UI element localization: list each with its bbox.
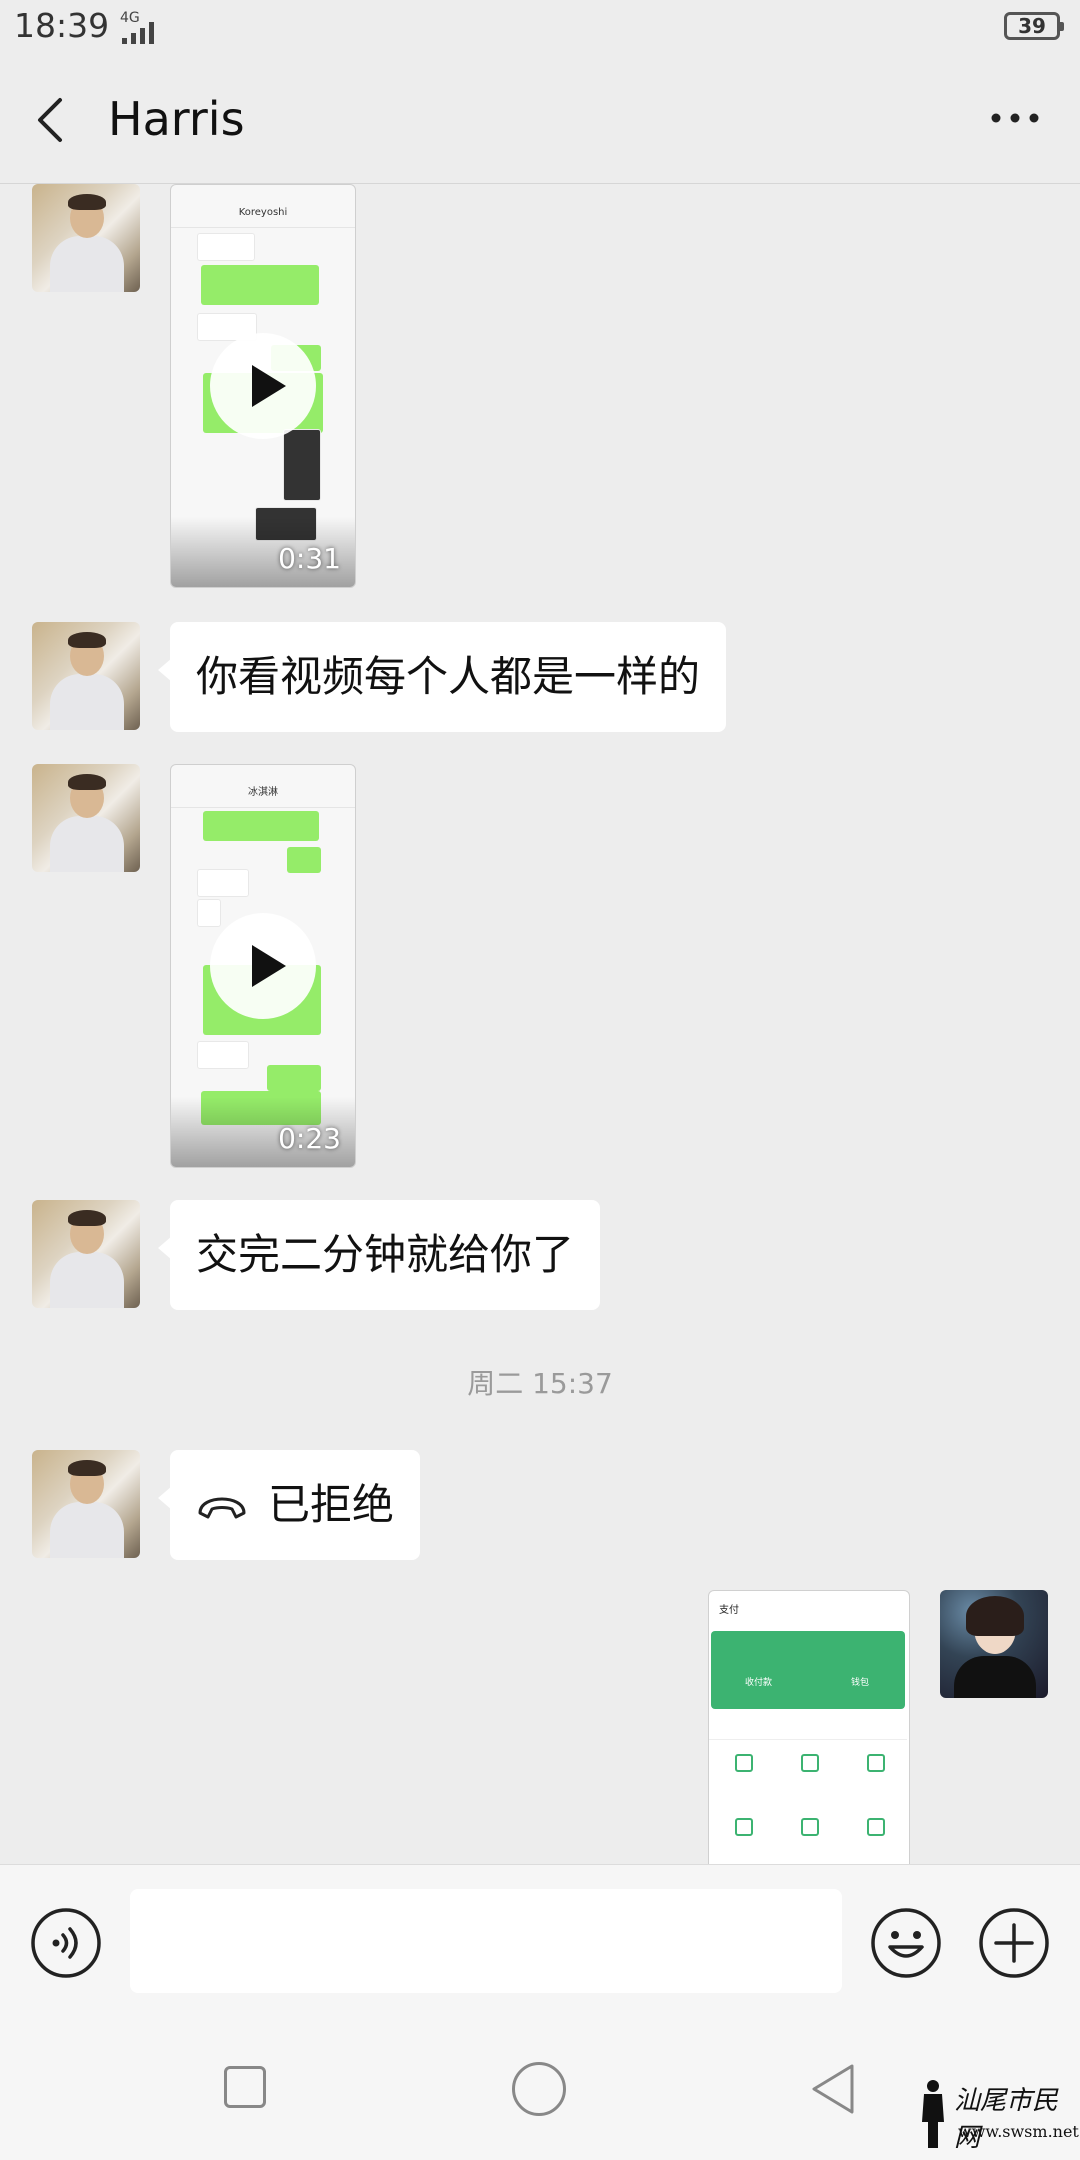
image-preview-title: 支付 [719, 1605, 739, 1616]
my-avatar[interactable] [940, 1590, 1048, 1698]
call-status: 已拒绝 [268, 1480, 395, 1529]
video-duration: 0:31 [278, 542, 341, 575]
text-message[interactable]: 交完二分钟就给你了 [157, 1200, 601, 1310]
circle-icon[interactable] [512, 2062, 566, 2116]
message-list[interactable]: Koreyoshi 0:31 你看视频每个人都是一样的 冰淇淋 0:23 交完二… [0, 184, 1080, 1864]
avatar[interactable] [32, 1450, 140, 1558]
avatar[interactable] [32, 184, 140, 292]
text-message[interactable]: 你看视频每个人都是一样的 [157, 622, 727, 732]
chat-header: Harris [0, 56, 1080, 184]
video-preview-title: 冰淇淋 [171, 779, 355, 808]
chevron-left-icon[interactable] [30, 94, 74, 146]
play-icon[interactable] [210, 913, 316, 1019]
voice-icon[interactable] [30, 1907, 102, 1979]
video-message[interactable]: Koreyoshi 0:31 [170, 184, 356, 588]
more-horizontal-icon[interactable] [990, 110, 1040, 126]
avatar[interactable] [32, 1200, 140, 1308]
message-input[interactable] [130, 1889, 842, 1993]
watermark-url: www.swsm.net [958, 2122, 1079, 2141]
watermark-title: 汕尾市民网 [954, 2086, 1059, 2153]
video-duration: 0:23 [278, 1122, 341, 1155]
play-icon[interactable] [210, 333, 316, 439]
avatar[interactable] [32, 764, 140, 872]
image-message[interactable]: 支付 收付款 钱包 [708, 1590, 910, 1864]
hang-up-phone-icon [198, 1497, 246, 1518]
pay-item: 收付款 [745, 1678, 773, 1688]
time-separator: 周二 15:37 [467, 1367, 613, 1400]
avatar[interactable] [32, 622, 140, 730]
status-time: 18:39 [14, 6, 110, 45]
video-message[interactable]: 冰淇淋 0:23 [170, 764, 356, 1168]
watermark-figure-icon [922, 2080, 944, 2148]
emoji-icon[interactable] [870, 1907, 942, 1979]
call-message[interactable]: 已拒绝 [157, 1450, 421, 1560]
video-preview-title: Koreyoshi [171, 199, 355, 228]
signal-icon [122, 22, 154, 44]
square-icon[interactable] [224, 2066, 266, 2108]
battery-icon: 39 [1004, 12, 1064, 40]
page-title: Harris [108, 92, 245, 146]
watermark: 汕尾市民网 www.swsm.net [918, 2070, 1079, 2156]
input-bar [0, 1864, 1080, 2025]
pay-item: 钱包 [851, 1678, 870, 1688]
status-bar: 18:39 4G 39 [0, 0, 1080, 56]
triangle-back-icon[interactable] [808, 2062, 858, 2116]
plus-icon[interactable] [978, 1907, 1050, 1979]
